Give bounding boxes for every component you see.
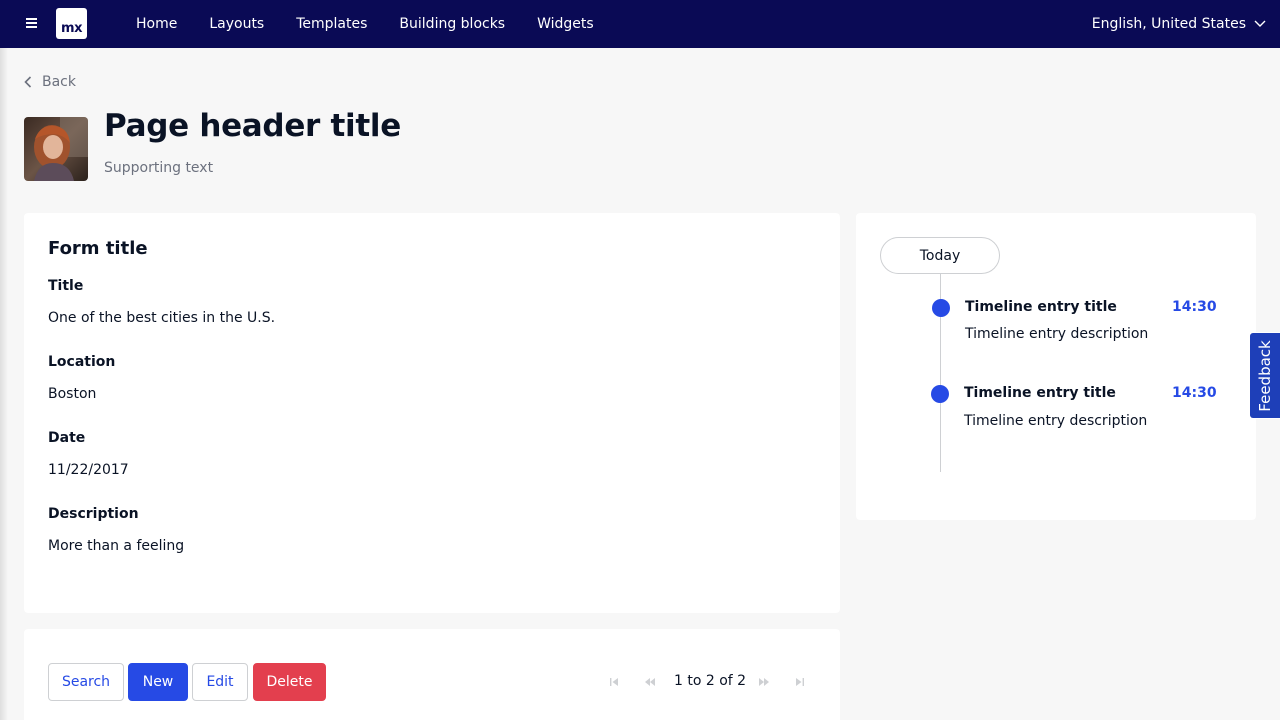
timeline-group-header: Today [880, 237, 1000, 274]
first-page-icon[interactable] [608, 676, 620, 688]
field-label-description: Description [48, 506, 139, 522]
language-selector[interactable]: English, United States [1091, 0, 1266, 48]
edit-button[interactable]: Edit [192, 663, 248, 701]
timeline-card: Today Timeline entry title 14:30 Timelin… [856, 213, 1256, 520]
sidebar-shadow [0, 48, 8, 720]
back-link[interactable]: Back [24, 73, 76, 91]
previous-page-icon[interactable] [644, 676, 656, 688]
timeline-entry-time: 14:30 [1172, 299, 1217, 315]
next-page-icon[interactable] [758, 676, 770, 688]
hamburger-icon[interactable] [26, 18, 37, 29]
page-title: Page header title [104, 108, 401, 144]
nav-item-home[interactable]: Home [136, 16, 177, 32]
field-value-location: Boston [48, 386, 97, 402]
timeline-entry-description: Timeline entry description [965, 326, 1149, 342]
back-label: Back [42, 74, 76, 90]
avatar [24, 117, 88, 181]
field-label-title: Title [48, 278, 84, 294]
form-card: Form title Title One of the best cities … [24, 213, 840, 613]
nav-item-layouts[interactable]: Layouts [209, 16, 264, 32]
main-nav: Home Layouts Templates Building blocks W… [136, 0, 626, 48]
timeline-entry-title: Timeline entry title [965, 299, 1117, 315]
chevron-down-icon [1254, 20, 1266, 27]
timeline-entry-title: Timeline entry title [964, 385, 1116, 401]
delete-button[interactable]: Delete [253, 663, 326, 701]
field-value-date: 11/22/2017 [48, 462, 129, 478]
nav-item-building-blocks[interactable]: Building blocks [399, 16, 505, 32]
nav-item-widgets[interactable]: Widgets [537, 16, 594, 32]
top-navigation-bar: mx Home Layouts Templates Building block… [0, 0, 1280, 48]
feedback-label: Feedback [1256, 339, 1274, 412]
pager-status: 1 to 2 of 2 [674, 673, 747, 689]
nav-item-templates[interactable]: Templates [296, 16, 367, 32]
page-subtitle: Supporting text [104, 160, 214, 176]
timeline-dot [932, 299, 950, 317]
new-button[interactable]: New [128, 663, 188, 701]
chevron-left-icon [24, 76, 32, 88]
field-value-title: One of the best cities in the U.S. [48, 310, 276, 326]
field-label-location: Location [48, 354, 116, 370]
datagrid-toolbar-card: Search New Edit Delete 1 to 2 of 2 [24, 629, 840, 720]
form-title: Form title [48, 238, 148, 259]
mendix-logo[interactable]: mx [56, 8, 87, 39]
feedback-tab[interactable]: Feedback [1249, 332, 1280, 419]
timeline-dot [931, 385, 949, 403]
timeline-entry-time: 14:30 [1172, 385, 1217, 401]
search-button[interactable]: Search [48, 663, 124, 701]
timeline-entry-description: Timeline entry description [964, 413, 1148, 429]
last-page-icon[interactable] [794, 676, 806, 688]
language-label: English, United States [1091, 16, 1246, 32]
field-value-description: More than a feeling [48, 538, 185, 554]
field-label-date: Date [48, 430, 86, 446]
